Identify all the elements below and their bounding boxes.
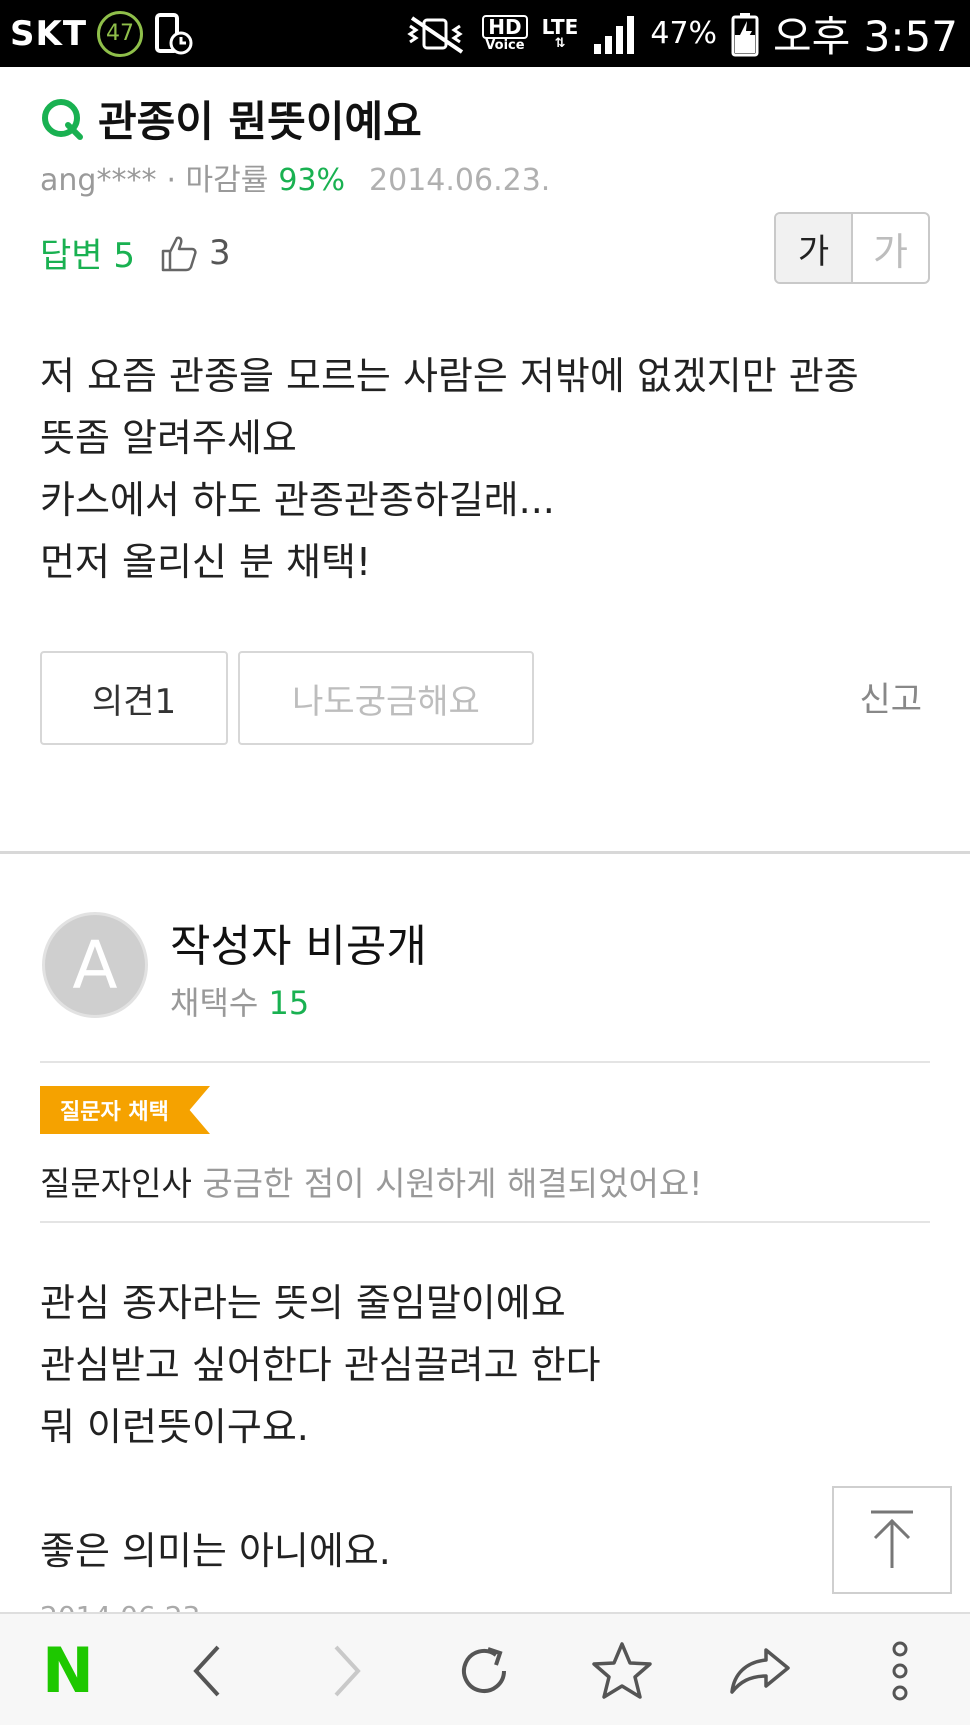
- greeting-label: 질문자인사: [40, 1164, 192, 1203]
- share-button[interactable]: [710, 1614, 810, 1725]
- font-small-button[interactable]: 가: [776, 214, 853, 282]
- adopted-count-label: 채택수: [170, 984, 259, 1022]
- notification-count-icon: 47: [97, 10, 144, 57]
- like-count: 3: [209, 232, 231, 273]
- like-button[interactable]: 3: [159, 233, 231, 273]
- back-button[interactable]: [158, 1614, 258, 1725]
- me-too-curious-button[interactable]: 나도궁금해요: [238, 651, 534, 745]
- more-vertical-icon: [892, 1641, 908, 1700]
- answer-body-line: 관심 종자라는 뜻의 줄임말이에요: [40, 1281, 566, 1325]
- avatar: A: [42, 912, 148, 1018]
- divider: [40, 1061, 930, 1063]
- report-link[interactable]: 신고: [859, 672, 922, 721]
- question-body-line: 먼저 올리신 분 채택!: [40, 540, 372, 584]
- reload-button[interactable]: [434, 1614, 534, 1725]
- adopted-count-value: 15: [268, 984, 310, 1022]
- status-bar: SKT 47 HD Voice LTE ⇅ 47% 오후 3:57: [0, 0, 970, 67]
- hd-voice-indicator: HD Voice: [482, 14, 528, 53]
- thumbs-up-icon: [161, 236, 197, 271]
- hd-label: HD: [482, 14, 528, 39]
- refresh-icon: [462, 1646, 506, 1693]
- answer-body-line: 좋은 의미는 아니에요.: [40, 1529, 391, 1573]
- data-arrows-icon: ⇅: [554, 35, 566, 51]
- section-divider: [0, 851, 970, 854]
- close-rate-value: 93%: [278, 163, 346, 198]
- question-mark-icon: [42, 98, 83, 140]
- battery-percent: 47%: [650, 16, 718, 51]
- clock: 오후 3:57: [773, 12, 958, 61]
- question-title: 관종이 뭔뜻이예요: [98, 97, 422, 146]
- star-icon: [592, 1641, 652, 1699]
- answers-count[interactable]: 답변 5: [40, 228, 135, 277]
- bookmark-button[interactable]: [572, 1614, 672, 1725]
- question-body-line: 뜻좀 알려주세요: [40, 416, 297, 460]
- more-menu-button[interactable]: [850, 1614, 950, 1725]
- font-large-button[interactable]: 가: [853, 214, 928, 282]
- question-body-line: 카스에서 하도 관종관종하길래...: [40, 478, 555, 522]
- chevron-left-icon: [193, 1645, 220, 1696]
- battery-charging-icon: [731, 12, 759, 56]
- voice-label: Voice: [485, 37, 525, 53]
- browser-toolbar: N: [0, 1612, 970, 1725]
- opinion-button[interactable]: 의견1: [40, 651, 228, 745]
- lte-indicator: LTE ⇅: [542, 17, 579, 51]
- question-meta: ang**** · 마감률 93% 2014.06.23.: [40, 155, 550, 199]
- question-author[interactable]: ang****: [40, 163, 156, 198]
- mute-vibrate-icon: [407, 15, 464, 54]
- arrow-up-icon: [871, 1510, 913, 1568]
- question-header: 관종이 뭔뜻이예요: [40, 88, 422, 149]
- chevron-right-icon: [334, 1645, 361, 1696]
- answer-body-line: 관심받고 싶어한다 관심끌려고 한다: [40, 1343, 601, 1387]
- question-body: 저 요즘 관종을 모르는 사람은 저밖에 없겠지만 관종 뜻좀 알려주세요 카스…: [40, 345, 940, 593]
- answer-body: 관심 종자라는 뜻의 줄임말이에요 관심받고 싶어한다 관심끌려고 한다 뭐 이…: [40, 1272, 601, 1582]
- naver-logo-icon: N: [42, 1634, 94, 1707]
- phone-clock-icon: [155, 12, 193, 54]
- adopted-count: 채택수 15: [170, 978, 309, 1024]
- share-arrow-icon: [730, 1647, 790, 1694]
- greeting-text: 궁금한 점이 시원하게 해결되었어요!: [202, 1164, 703, 1203]
- network-label: LTE: [541, 14, 579, 39]
- question-date: 2014.06.23.: [369, 163, 551, 198]
- naver-home-button[interactable]: N: [18, 1614, 118, 1725]
- carrier-label: SKT: [10, 13, 88, 54]
- signal-icon: [594, 15, 635, 54]
- badge-label: 질문자 채택: [60, 1100, 169, 1125]
- divider: [40, 1221, 930, 1223]
- question-stats: 답변 5 3: [40, 228, 231, 277]
- answer-body-line: 뭐 이런뜻이구요.: [40, 1405, 309, 1449]
- scroll-to-top-button[interactable]: [832, 1486, 952, 1594]
- answer-body-line: [40, 1458, 601, 1520]
- asker-greeting: 질문자인사 궁금한 점이 시원하게 해결되었어요!: [40, 1157, 702, 1205]
- forward-button[interactable]: [296, 1614, 396, 1725]
- close-rate-label: · 마감률: [166, 163, 269, 198]
- answer-author: 작성자 비공개: [170, 921, 427, 972]
- question-body-line: 저 요즘 관종을 모르는 사람은 저밖에 없겠지만 관종: [40, 354, 859, 398]
- font-size-toggle: 가 가: [774, 212, 930, 284]
- adopted-badge: 질문자 채택: [40, 1086, 210, 1134]
